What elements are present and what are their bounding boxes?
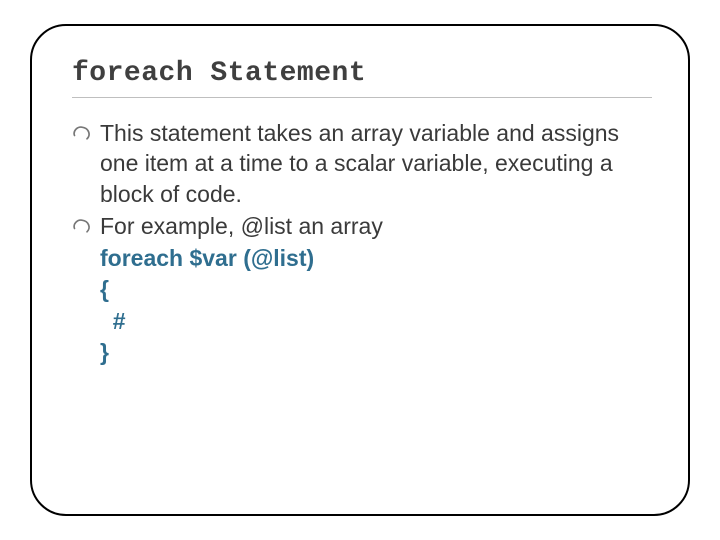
bullet-text: This statement takes an array variable a… (100, 120, 619, 207)
code-line: } (100, 337, 652, 368)
code-line: # (100, 306, 652, 337)
code-line: foreach $var (@list) (100, 243, 652, 274)
slide-body: This statement takes an array variable a… (72, 118, 652, 368)
bullet-text: For example, @list an array (100, 213, 383, 239)
swirl-bullet-icon (72, 124, 92, 142)
title-underline (72, 97, 652, 98)
code-line: { (100, 274, 652, 305)
slide: foreach Statement This statement takes a… (0, 0, 720, 540)
bullet-item: This statement takes an array variable a… (72, 118, 652, 209)
code-block: foreach $var (@list) { # } (72, 243, 652, 367)
slide-title: foreach Statement (72, 58, 652, 89)
bullet-item: For example, @list an array (72, 211, 652, 241)
swirl-bullet-icon (72, 217, 92, 235)
slide-frame: foreach Statement This statement takes a… (30, 24, 690, 516)
